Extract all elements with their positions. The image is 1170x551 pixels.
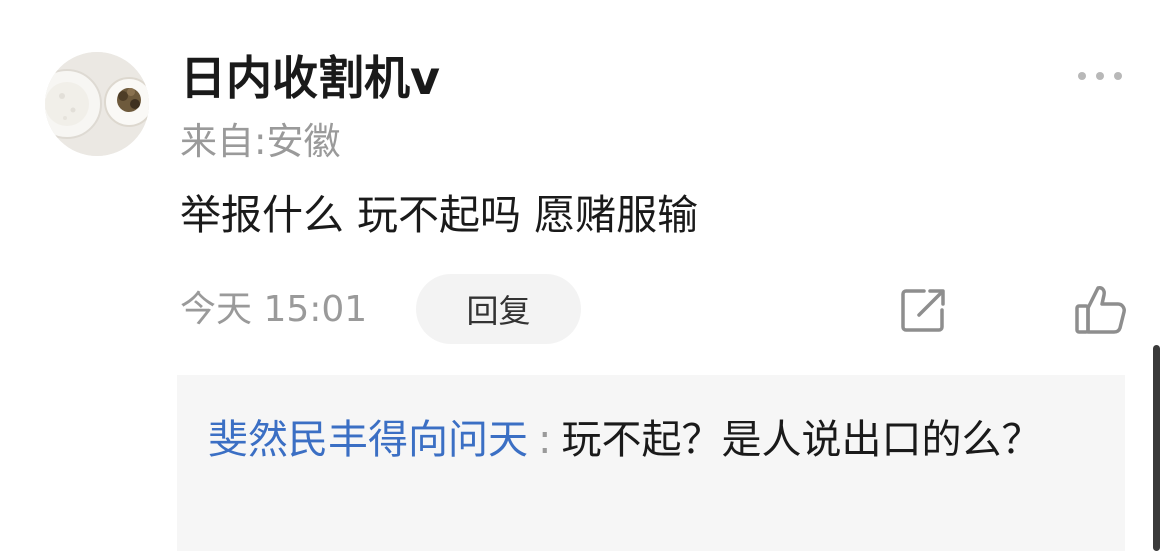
reply-content: 玩不起？是人说出口的么？ bbox=[561, 417, 1042, 463]
reply-preview[interactable]: 斐然民丰得向问天: 玩不起？是人说出口的么？ bbox=[177, 375, 1125, 551]
comment-text: 举报什么 玩不起吗 愿赌服输 bbox=[180, 191, 699, 239]
more-dots-icon[interactable] bbox=[1076, 66, 1124, 86]
share-icon[interactable] bbox=[898, 285, 948, 335]
avatar[interactable] bbox=[45, 52, 149, 156]
username[interactable]: 日内收割机v bbox=[180, 46, 440, 110]
scrollbar[interactable] bbox=[1153, 345, 1160, 551]
reply-text-block: 斐然民丰得向问天: 玩不起？是人说出口的么？ bbox=[208, 405, 1088, 475]
reply-separator: : bbox=[538, 417, 552, 463]
comment-timestamp: 今天 15:01 bbox=[180, 289, 368, 330]
thumbs-up-icon[interactable] bbox=[1072, 282, 1128, 338]
location-label: 来自:安徽 bbox=[180, 120, 341, 163]
reply-button[interactable]: 回复 bbox=[416, 274, 581, 344]
reply-author-link[interactable]: 斐然民丰得向问天 bbox=[208, 417, 528, 463]
